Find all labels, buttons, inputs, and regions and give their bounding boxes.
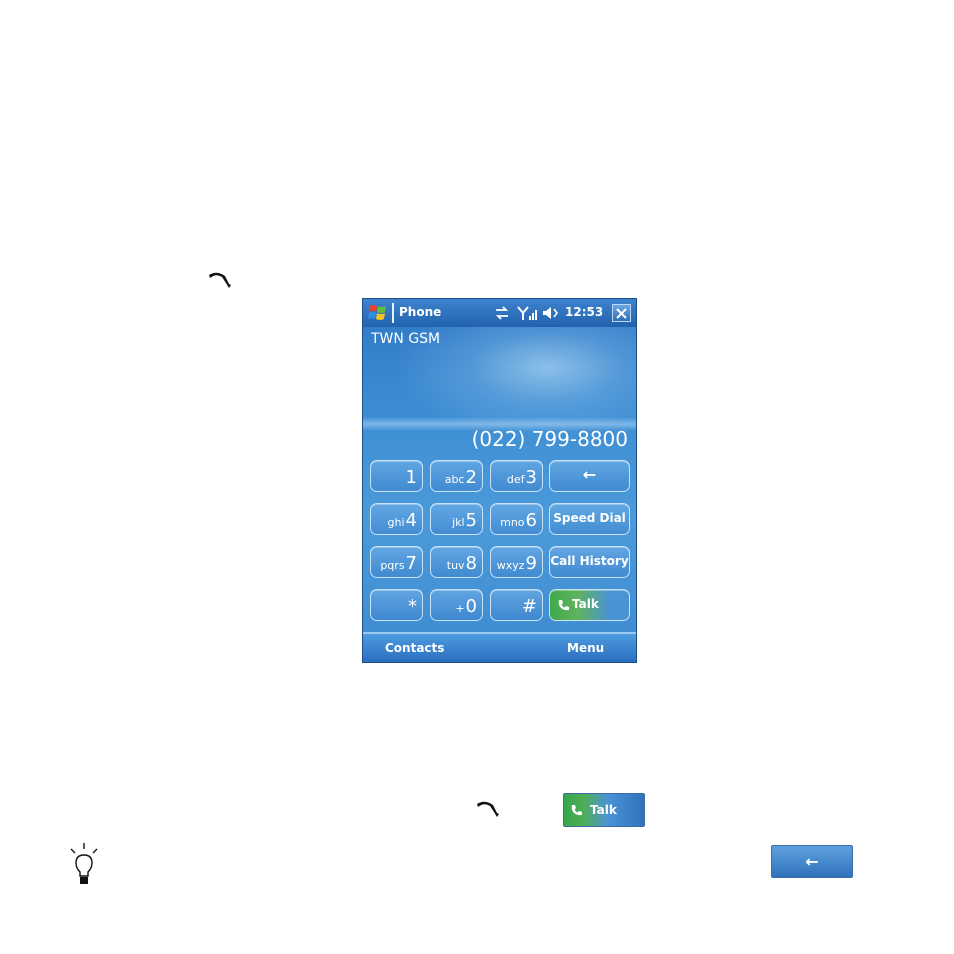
speed-dial-button[interactable]: Speed Dial xyxy=(549,503,630,535)
key-6[interactable]: mno6 xyxy=(490,503,543,535)
key-3[interactable]: def3 xyxy=(490,460,543,492)
signal-icon[interactable] xyxy=(517,305,537,321)
phone-screen: Phone 12:53 TWN GSM (022) 799-8800 1 abc… xyxy=(363,299,636,662)
key-8[interactable]: tuv8 xyxy=(430,546,483,578)
operator-name: TWN GSM xyxy=(371,331,441,347)
key-7[interactable]: pqrs7 xyxy=(370,546,423,578)
backspace-button[interactable]: ← xyxy=(549,460,630,492)
connectivity-icon[interactable] xyxy=(493,305,511,321)
key-5[interactable]: jkl5 xyxy=(430,503,483,535)
phone-icon xyxy=(558,600,569,611)
contacts-softkey[interactable]: Contacts xyxy=(385,641,444,655)
key-0[interactable]: +0 xyxy=(430,589,483,621)
lightbulb-icon xyxy=(70,843,98,884)
close-icon xyxy=(616,308,627,319)
call-history-button[interactable]: Call History xyxy=(549,546,630,578)
title-bar: Phone 12:53 xyxy=(363,299,636,327)
speaker-icon[interactable] xyxy=(541,305,561,321)
menu-softkey[interactable]: Menu xyxy=(567,641,604,655)
windows-logo-icon[interactable] xyxy=(367,302,389,324)
handset-icon xyxy=(209,272,231,288)
key-4[interactable]: ghi4 xyxy=(370,503,423,535)
key-2[interactable]: abc2 xyxy=(430,460,483,492)
key-9[interactable]: wxyz9 xyxy=(490,546,543,578)
backspace-button-reference[interactable]: ← xyxy=(771,845,853,878)
app-title: Phone xyxy=(399,305,442,319)
handset-icon xyxy=(477,801,499,817)
key-hash[interactable]: # xyxy=(490,589,543,621)
key-1[interactable]: 1 xyxy=(370,460,423,492)
talk-button-reference[interactable]: Talk xyxy=(563,793,645,827)
phone-icon xyxy=(571,805,582,816)
close-button[interactable] xyxy=(612,304,631,322)
dialed-number: (022) 799-8800 xyxy=(471,427,628,451)
key-star[interactable]: * xyxy=(370,589,423,621)
talk-button[interactable]: Talk xyxy=(549,589,630,621)
softkey-bar: Contacts Menu xyxy=(363,632,636,662)
title-separator xyxy=(392,303,394,323)
clock[interactable]: 12:53 xyxy=(565,305,603,319)
